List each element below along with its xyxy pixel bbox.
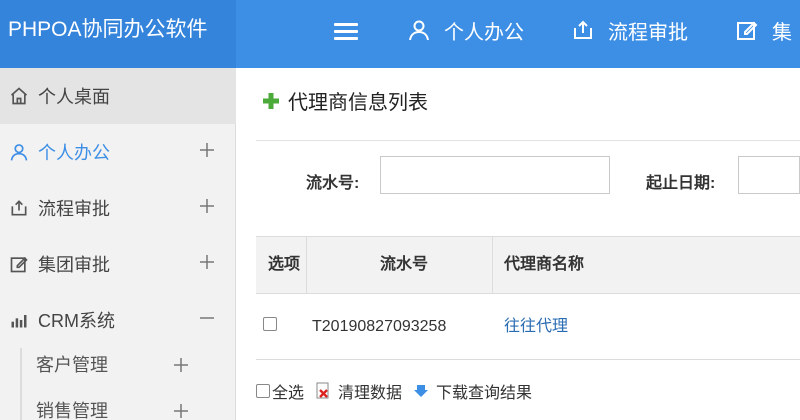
add-plus-icon <box>262 92 280 110</box>
column-header-agent-name[interactable]: 代理商名称 <box>504 237 584 293</box>
table-actions: 全选 清理数据 下载查询结果 <box>256 373 800 409</box>
home-icon <box>8 85 30 107</box>
table-row[interactable]: T20190827093258 往往代理 <box>256 294 800 360</box>
row-checkbox[interactable] <box>263 317 277 331</box>
topnav-label: 流程审批 <box>608 21 688 44</box>
serial-input[interactable] <box>380 156 610 194</box>
table-header: 选项 流水号 代理商名称 <box>256 236 800 294</box>
sidebar-item-label: 个人桌面 <box>38 87 110 107</box>
submenu-tree-line <box>20 348 22 420</box>
row-agent-name-link[interactable]: 往往代理 <box>504 294 568 360</box>
user-icon <box>8 141 30 163</box>
sidebar: 个人桌面 个人办公 流程审批 集团审批 CRM系统 客户管理 销售管理 <box>0 68 236 420</box>
select-all-checkbox[interactable] <box>256 384 270 398</box>
sidebar-item-label: 个人办公 <box>38 143 110 163</box>
expand-plus-icon[interactable] <box>172 356 190 374</box>
column-header-serial[interactable]: 流水号 <box>380 237 428 293</box>
top-bar: PHPOA协同办公软件 个人办公 流程审批 集 <box>0 0 800 68</box>
expand-plus-icon[interactable] <box>198 141 216 159</box>
hamburger-line <box>334 23 358 26</box>
date-range-input[interactable] <box>738 156 800 194</box>
download-arrow-icon <box>412 382 430 400</box>
collapse-minus-icon[interactable] <box>198 309 216 327</box>
sidebar-subitem-label: 客户管理 <box>36 355 108 375</box>
sidebar-item-personal[interactable]: 个人办公 <box>0 124 236 180</box>
edit-icon <box>734 17 760 43</box>
topnav-label: 个人办公 <box>444 21 524 44</box>
delete-document-icon <box>314 382 332 400</box>
expand-plus-icon[interactable] <box>172 402 190 420</box>
bar-chart-icon <box>8 309 30 331</box>
menu-toggle-button[interactable] <box>334 21 358 43</box>
workflow-icon <box>570 17 596 43</box>
topnav-item-workflow[interactable]: 流程审批 <box>570 0 688 60</box>
serial-label: 流水号: <box>306 175 360 192</box>
expand-plus-icon[interactable] <box>198 253 216 271</box>
user-icon <box>406 17 432 43</box>
download-results-label: 下载查询结果 <box>436 385 533 402</box>
sidebar-subitem-customers[interactable]: 客户管理 <box>36 344 236 384</box>
topnav-item-group[interactable]: 集 <box>734 0 792 60</box>
hamburger-line <box>334 37 358 40</box>
row-serial: T20190827093258 <box>312 318 447 335</box>
select-all-label: 全选 <box>272 385 305 402</box>
column-header-select: 选项 <box>268 256 301 273</box>
download-results-button[interactable]: 下载查询结果 <box>412 379 532 403</box>
sidebar-item-label: 流程审批 <box>38 199 110 219</box>
sidebar-item-desktop[interactable]: 个人桌面 <box>0 68 236 124</box>
main-content: 代理商信息列表 流水号: 起止日期: 选项 流水号 代理商名称 T2019082… <box>236 68 800 420</box>
sidebar-subitem-label: 销售管理 <box>36 401 108 420</box>
clear-data-label: 清理数据 <box>338 385 403 402</box>
sidebar-item-label: 集团审批 <box>38 255 110 275</box>
sidebar-item-crm[interactable]: CRM系统 <box>0 292 236 348</box>
app-brand: PHPOA协同办公软件 <box>0 0 236 68</box>
topnav-label: 集 <box>772 21 792 44</box>
hamburger-line <box>334 30 358 33</box>
select-all-control[interactable]: 全选 <box>256 379 304 403</box>
sidebar-subitem-sales[interactable]: 销售管理 <box>36 390 236 420</box>
sidebar-item-workflow[interactable]: 流程审批 <box>0 180 236 236</box>
sidebar-item-group-approval[interactable]: 集团审批 <box>0 236 236 292</box>
page-title-text: 代理商信息列表 <box>288 92 428 114</box>
search-panel: 流水号: 起止日期: <box>256 141 800 221</box>
expand-plus-icon[interactable] <box>198 197 216 215</box>
topnav-item-personal[interactable]: 个人办公 <box>406 0 524 60</box>
workflow-icon <box>8 197 30 219</box>
page-title: 代理商信息列表 <box>262 86 428 115</box>
date-range-label: 起止日期: <box>646 175 716 192</box>
clear-data-button[interactable]: 清理数据 <box>314 379 402 403</box>
sidebar-item-label: CRM系统 <box>38 311 115 331</box>
edit-icon <box>8 253 30 275</box>
